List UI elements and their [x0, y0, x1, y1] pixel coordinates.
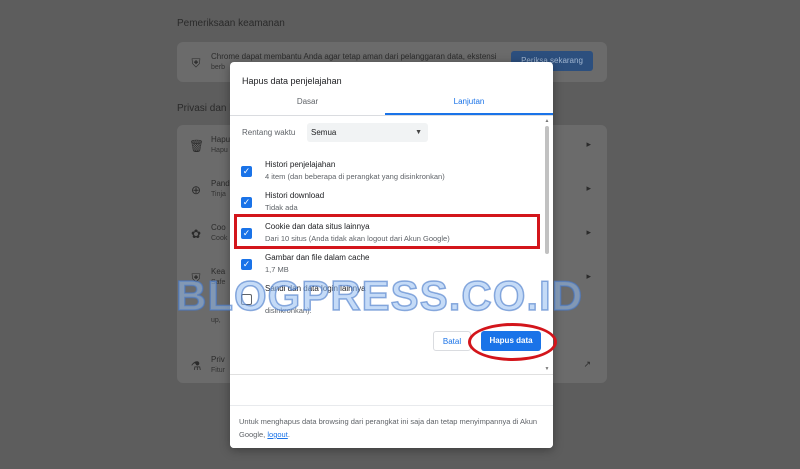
option-subtitle: Tidak ada — [265, 203, 298, 212]
checkbox-cached-files[interactable]: ✓ — [241, 259, 252, 270]
time-range-value: Semua — [311, 128, 337, 137]
chevron-right-icon: ▸ — [586, 227, 591, 237]
option-title: Gambar dan file dalam cache — [265, 253, 370, 262]
trash-icon: 🗑 — [189, 139, 205, 153]
row-subtitle: Cook — [211, 235, 228, 242]
scroll-up-icon[interactable]: ▲ — [544, 118, 550, 124]
time-range-label: Rentang waktu — [242, 128, 296, 137]
option-subtitle: 4 item (dan beberapa di perangkat yang d… — [265, 172, 445, 181]
security-desc-line1: Chrome dapat membantu Anda agar tetap am… — [211, 52, 497, 61]
clear-browsing-data-dialog: Hapus data penjelajahan Dasar Lanjutan R… — [230, 62, 553, 448]
chevron-right-icon: ▸ — [586, 183, 591, 193]
row-subtitle: Fitur — [211, 367, 225, 374]
security-heading: Pemeriksaan keamanan — [177, 18, 285, 29]
row-subtitle: Tinja — [211, 191, 226, 198]
tab-advanced[interactable]: Lanjutan — [385, 90, 553, 115]
scroll-down-icon[interactable]: ▼ — [544, 366, 550, 372]
actions-divider — [230, 374, 553, 375]
cancel-button[interactable]: Batal — [433, 331, 471, 351]
chevron-right-icon: ▸ — [586, 139, 591, 149]
footer-text: Untuk menghapus data browsing dari peran… — [239, 415, 544, 441]
row-title: Pand — [211, 179, 230, 188]
row-subtitle: Hapu — [211, 147, 228, 154]
chevron-right-icon: ▸ — [586, 271, 591, 281]
footer-divider — [230, 405, 553, 406]
shield-check-icon: ⛨ — [191, 56, 201, 70]
security-desc-line2: berb — [211, 64, 226, 71]
highlight-ellipse-clear-button — [468, 323, 557, 361]
external-link-icon: ↗ — [583, 359, 591, 369]
option-browsing-history[interactable]: ✓ Histori penjelajahan 4 item (dan beber… — [230, 158, 543, 188]
cookie-icon: ✿ — [190, 227, 202, 241]
flask-icon: ⚗ — [190, 359, 202, 373]
option-title: Histori download — [265, 191, 325, 200]
logout-link[interactable]: logout — [267, 430, 287, 439]
dialog-footer: Untuk menghapus data browsing dari peran… — [230, 408, 553, 448]
time-range-select[interactable]: Semua ▼ — [307, 123, 428, 142]
row-title: Priv — [211, 355, 225, 364]
scroll-thumb[interactable] — [545, 126, 549, 254]
dropdown-caret-icon: ▼ — [415, 129, 422, 136]
dialog-title: Hapus data penjelajahan — [242, 76, 342, 86]
checkbox-browsing-history[interactable]: ✓ — [241, 166, 252, 177]
dialog-tabs: Dasar Lanjutan — [230, 90, 553, 116]
option-title: Histori penjelajahan — [265, 160, 336, 169]
row-title: Coo — [211, 223, 226, 232]
footer-end: . — [287, 430, 290, 439]
tab-basic[interactable]: Dasar — [230, 90, 385, 114]
watermark: BLOGPRESS.CO.ID — [175, 271, 584, 320]
highlight-box-cookies — [234, 214, 540, 249]
privacy-heading: Privasi dan k — [177, 103, 235, 114]
checkbox-download-history[interactable]: ✓ — [241, 197, 252, 208]
row-title: Hapu — [211, 135, 231, 144]
plus-circle-icon: ⊕ — [190, 183, 202, 197]
